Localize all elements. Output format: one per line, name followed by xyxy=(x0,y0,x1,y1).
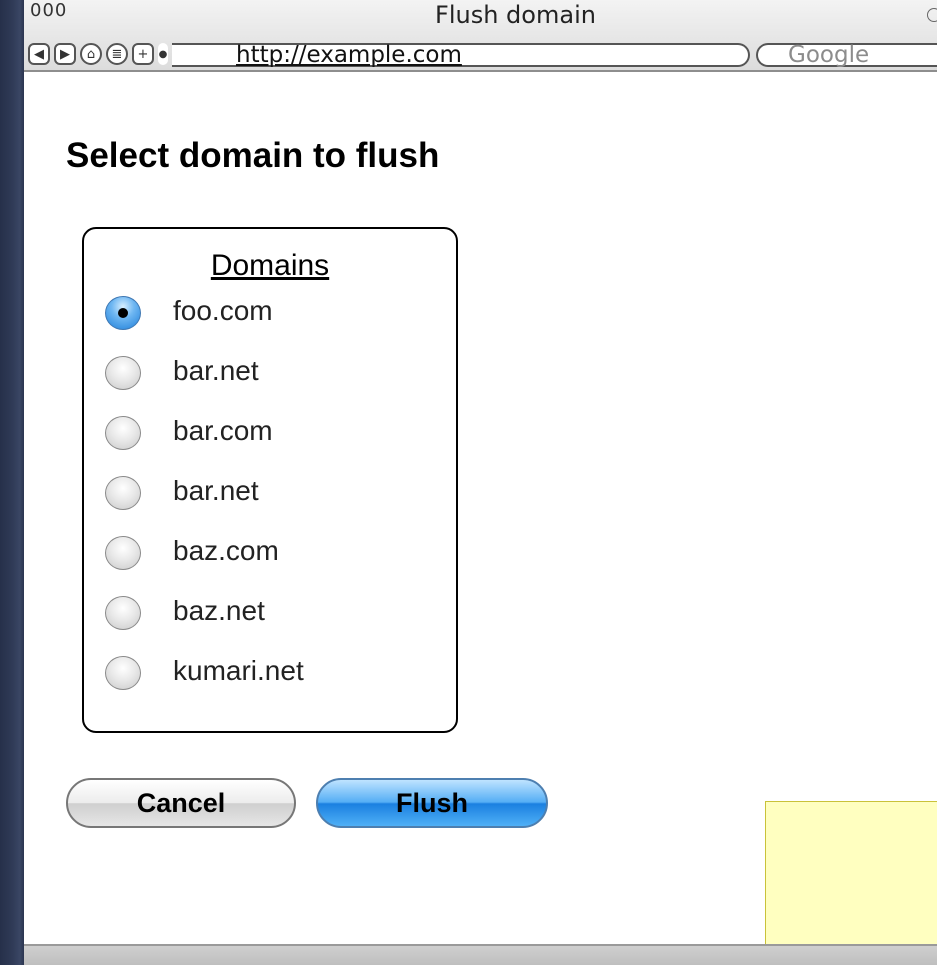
forward-button[interactable]: ▶ xyxy=(54,43,76,65)
domain-option[interactable]: foo.com xyxy=(84,289,456,349)
back-button[interactable]: ◀ xyxy=(28,43,50,65)
chevron-left-icon: ◀ xyxy=(34,46,44,62)
domain-label[interactable]: kumari.net xyxy=(173,655,304,687)
zoom-icon[interactable] xyxy=(927,8,937,22)
domain-label[interactable]: bar.net xyxy=(173,475,259,507)
chevron-right-icon: ▶ xyxy=(60,46,70,62)
radio-button[interactable] xyxy=(105,356,141,390)
url-text: http://example.com xyxy=(236,42,462,68)
domain-option[interactable]: baz.com xyxy=(84,529,456,589)
domain-label[interactable]: baz.net xyxy=(173,595,265,627)
stop-icon: ● xyxy=(158,48,168,60)
radio-button[interactable] xyxy=(105,656,141,690)
window-title: Flush domain xyxy=(435,1,596,29)
cancel-button[interactable]: Cancel xyxy=(66,778,296,828)
plus-icon: + xyxy=(137,46,149,62)
sticky-note xyxy=(765,801,937,965)
add-bookmark-button[interactable]: + xyxy=(132,43,154,65)
url-bar[interactable]: http://example.com xyxy=(172,42,750,68)
radio-button[interactable] xyxy=(105,416,141,450)
stop-button[interactable]: ● xyxy=(158,43,168,65)
domain-option[interactable]: bar.net xyxy=(84,469,456,529)
flush-button[interactable]: Flush xyxy=(316,778,548,828)
domain-option[interactable]: kumari.net xyxy=(84,649,456,709)
radio-button-selected[interactable] xyxy=(105,296,141,330)
domain-option[interactable]: bar.com xyxy=(84,409,456,469)
browser-window: 000 Flush domain ◀ ▶ ⌂ ≣ + ● http://exam… xyxy=(24,0,937,965)
domain-label[interactable]: bar.com xyxy=(173,415,273,447)
radio-button[interactable] xyxy=(105,596,141,630)
title-bar: 000 Flush domain ◀ ▶ ⌂ ≣ + ● http://exam… xyxy=(24,0,937,72)
navigation-buttons: ◀ ▶ ⌂ ≣ + ● xyxy=(28,43,168,67)
print-button[interactable]: ≣ xyxy=(106,43,128,65)
domain-option[interactable]: bar.net xyxy=(84,349,456,409)
domain-label[interactable]: foo.com xyxy=(173,295,273,327)
radio-button[interactable] xyxy=(105,536,141,570)
domain-radio-list: foo.com bar.net bar.com bar.net baz.com … xyxy=(84,289,456,709)
search-input[interactable]: Google xyxy=(756,42,937,68)
print-icon: ≣ xyxy=(111,46,123,62)
home-button[interactable]: ⌂ xyxy=(80,43,102,65)
status-bar xyxy=(24,944,937,965)
domains-heading: Domains xyxy=(210,249,330,282)
home-icon: ⌂ xyxy=(86,46,96,62)
domain-label[interactable]: bar.net xyxy=(173,355,259,387)
radio-button[interactable] xyxy=(105,476,141,510)
domain-option[interactable]: baz.net xyxy=(84,589,456,649)
domain-label[interactable]: baz.com xyxy=(173,535,279,567)
page-title: Select domain to flush xyxy=(66,136,440,175)
search-placeholder: Google xyxy=(788,42,870,68)
domains-panel: Domains foo.com bar.net bar.com bar.net … xyxy=(82,227,458,733)
